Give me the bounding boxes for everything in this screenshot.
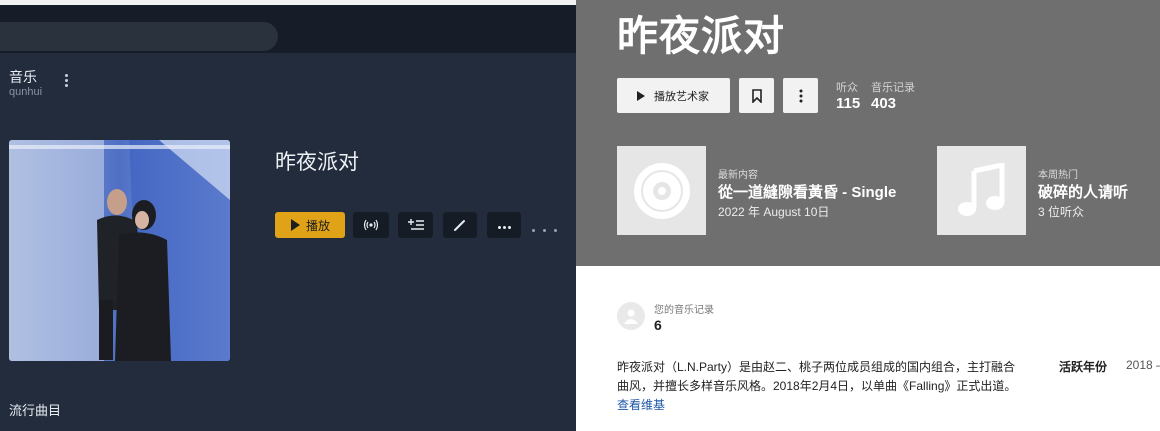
play-artist-button[interactable]: 播放艺术家 xyxy=(617,78,730,113)
bio-line-1: 昨夜派对（L.N.Party）是由赵二、桃子两位成员组成的国内组合，主打融合 xyxy=(617,360,1016,374)
player-panel: 音乐 qunhui 昨夜派对 播放 流行曲目 xyxy=(0,0,576,431)
bio-line-2: 曲风，并擅长多样音乐风格。2018年2月4日，以单曲《Falling》正式出道。 xyxy=(617,379,1017,393)
add-to-queue-icon xyxy=(407,219,424,230)
album-cover-art xyxy=(9,140,230,361)
more-button[interactable] xyxy=(487,212,521,238)
artist-bio: 昨夜派对（L.N.Party）是由赵二、桃子两位成员组成的国内组合，主打融合 曲… xyxy=(617,358,1037,396)
trending-track-artwork[interactable] xyxy=(937,146,1026,235)
radio-icon xyxy=(363,219,379,231)
artist-panel: 昨夜派对 播放艺术家 听众 115 音乐记录 403 最新内容 從一道縫隙看黃昏… xyxy=(576,0,1160,431)
search-bar xyxy=(0,5,576,53)
more-icon xyxy=(799,89,802,102)
trending-track-title[interactable]: 破碎的人请听 xyxy=(1038,181,1128,202)
latest-release-date: 2022 年 August 10日 xyxy=(718,205,830,219)
music-note-icon xyxy=(957,162,1004,216)
active-years-label: 活跃年份 xyxy=(1059,360,1108,374)
trending-kicker: 本周热门 xyxy=(1038,170,1078,181)
artist-hero: 昨夜派对 播放艺术家 听众 115 音乐记录 403 最新内容 從一道縫隙看黃昏… xyxy=(576,0,1160,266)
latest-release-artwork[interactable] xyxy=(617,146,706,235)
view-wiki-link[interactable]: 查看维基 xyxy=(617,396,665,413)
latest-kicker: 最新内容 xyxy=(718,170,758,181)
listeners-label: 听众 xyxy=(836,82,858,94)
your-scrobbles-label: 您的音乐记录 xyxy=(654,305,714,316)
add-to-queue-button[interactable] xyxy=(398,212,433,238)
section-heading: 流行曲目 xyxy=(9,403,62,418)
library-user: qunhui xyxy=(9,86,43,98)
scrobbles-value: 403 xyxy=(871,95,897,112)
scrobbles-label: 音乐记录 xyxy=(871,82,915,94)
artist-name: 昨夜派对 xyxy=(617,13,785,59)
search-input[interactable] xyxy=(0,22,278,51)
play-artist-label: 播放艺术家 xyxy=(654,90,709,103)
kebab-icon[interactable] xyxy=(58,72,74,92)
play-icon xyxy=(291,219,300,231)
bookmark-button[interactable] xyxy=(739,78,774,113)
album-title: 昨夜派对 xyxy=(275,151,359,174)
album-cover[interactable] xyxy=(9,140,230,361)
latest-release-title[interactable]: 從一道縫隙看黃昏 - Single xyxy=(718,181,896,202)
play-icon xyxy=(637,90,645,101)
disc-icon xyxy=(633,162,690,219)
listeners-value: 115 xyxy=(836,95,861,112)
radio-button[interactable] xyxy=(353,212,389,238)
trending-track-listeners: 3 位听众 xyxy=(1038,205,1085,219)
overflow-icon[interactable] xyxy=(532,219,572,232)
more-icon xyxy=(497,216,512,234)
your-scrobbles-value: 6 xyxy=(654,317,662,333)
bookmark-icon xyxy=(751,88,762,103)
edit-button[interactable] xyxy=(443,212,477,238)
play-label: 播放 xyxy=(306,218,331,233)
more-options-button[interactable] xyxy=(783,78,818,113)
user-silhouette xyxy=(624,309,638,324)
library-title: 音乐 xyxy=(9,69,37,85)
user-avatar-icon xyxy=(617,302,645,330)
play-button[interactable]: 播放 xyxy=(275,212,345,238)
edit-icon xyxy=(454,220,465,231)
active-years-value: 2018 – xyxy=(1126,358,1160,372)
